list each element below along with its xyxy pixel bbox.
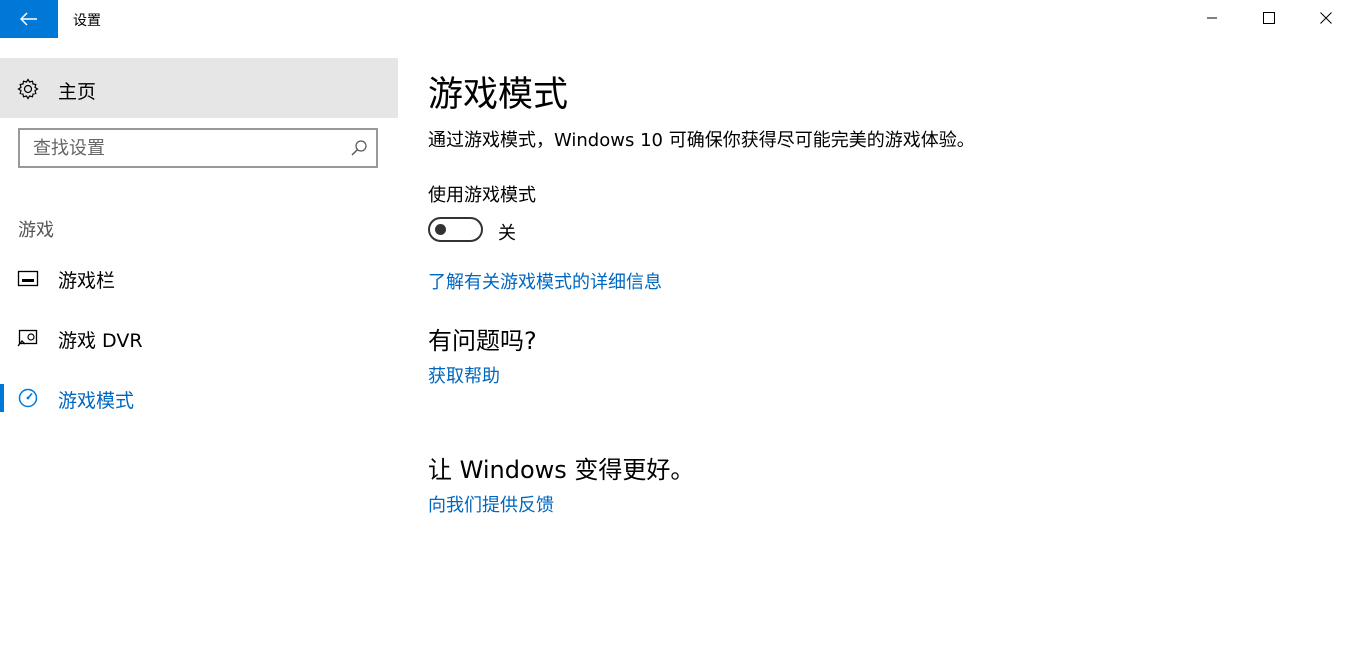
game-mode-toggle[interactable] bbox=[428, 217, 483, 242]
main-content: 游戏模式 通过游戏模式，Windows 10 可确保你获得尽可能完美的游戏体验。… bbox=[428, 38, 1328, 670]
close-icon bbox=[1319, 12, 1332, 24]
game-bar-icon bbox=[17, 270, 39, 287]
sidebar-item-game-mode[interactable]: 游戏模式 bbox=[0, 368, 398, 428]
home-label: 主页 bbox=[58, 81, 97, 103]
toggle-label: 使用游戏模式 bbox=[428, 185, 536, 206]
back-button[interactable] bbox=[0, 0, 58, 38]
title-bar: 设置 bbox=[0, 0, 1349, 38]
search-icon[interactable] bbox=[350, 139, 368, 157]
sidebar-item-label: 游戏栏 bbox=[58, 270, 116, 292]
sidebar-item-home[interactable]: 主页 bbox=[0, 58, 398, 118]
question-heading: 有问题吗? bbox=[428, 327, 537, 355]
learn-more-link[interactable]: 了解有关游戏模式的详细信息 bbox=[428, 268, 662, 294]
search-input[interactable] bbox=[20, 130, 340, 166]
section-label-gaming: 游戏 bbox=[18, 220, 54, 241]
improve-heading: 让 Windows 变得更好。 bbox=[428, 456, 695, 484]
feedback-link[interactable]: 向我们提供反馈 bbox=[428, 491, 554, 517]
sidebar-item-label: 游戏模式 bbox=[58, 390, 135, 412]
game-dvr-icon bbox=[17, 329, 38, 347]
page-title: 游戏模式 bbox=[428, 75, 569, 115]
minimize-icon bbox=[1206, 17, 1217, 19]
get-help-link[interactable]: 获取帮助 bbox=[428, 362, 500, 388]
toggle-knob bbox=[435, 224, 446, 235]
page-description: 通过游戏模式，Windows 10 可确保你获得尽可能完美的游戏体验。 bbox=[428, 130, 975, 151]
sidebar: 主页 游戏 游戏栏 游戏 DVR 游戏模式 bbox=[0, 38, 398, 670]
back-arrow-icon bbox=[20, 12, 37, 26]
maximize-button[interactable] bbox=[1240, 0, 1297, 36]
toggle-state-text: 关 bbox=[498, 223, 516, 244]
close-button[interactable] bbox=[1297, 0, 1349, 36]
active-indicator bbox=[0, 384, 4, 412]
maximize-icon bbox=[1262, 12, 1275, 24]
sidebar-item-label: 游戏 DVR bbox=[58, 330, 143, 352]
window-title: 设置 bbox=[73, 13, 101, 29]
sidebar-item-game-bar[interactable]: 游戏栏 bbox=[0, 248, 398, 308]
minimize-button[interactable] bbox=[1183, 0, 1240, 36]
game-mode-icon bbox=[18, 388, 38, 408]
search-box[interactable] bbox=[18, 128, 378, 168]
sidebar-item-game-dvr[interactable]: 游戏 DVR bbox=[0, 308, 398, 368]
gear-icon bbox=[17, 78, 39, 100]
